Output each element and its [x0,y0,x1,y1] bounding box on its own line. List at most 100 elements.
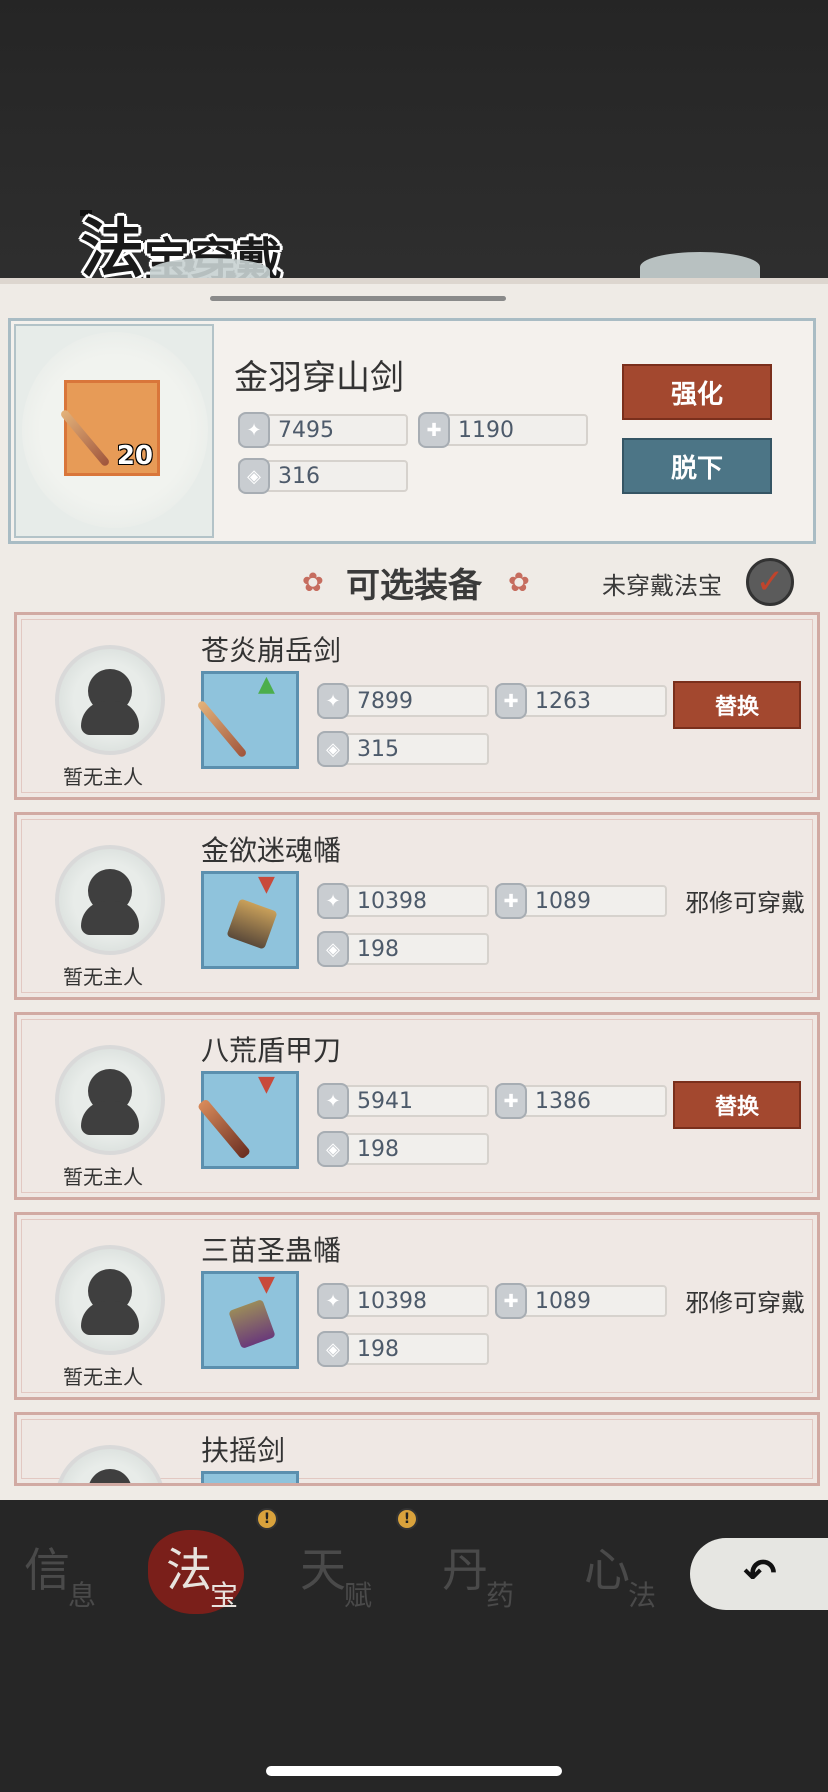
blade-icon [196,1098,252,1160]
hp-stat: ✚ 1263 [495,683,667,719]
defense-stat: ◈ 315 [317,731,489,767]
item-icon[interactable]: ▲ [196,671,299,769]
owner-area: 暂无主人 [25,621,195,791]
tab-pill[interactable]: 丹 药 [422,1522,540,1618]
shield-icon: ◈ [317,931,349,967]
defense-stat: ◈ 198 [317,1131,489,1167]
tab-sublabel: 赋 [344,1579,373,1612]
avatar-body [81,1301,139,1335]
defense-stat: ◈ 198 [317,1331,489,1367]
flower-icon: ✿ [302,568,324,598]
tab-method[interactable]: 心 法 [564,1522,682,1618]
defense-value: 198 [357,937,399,962]
current-item-name: 金羽穿山剑 [234,358,404,398]
flame-icon: ✦ [317,1083,349,1119]
item-level: 20 [116,441,153,471]
remove-button[interactable]: 脱下 [622,438,772,494]
equipment-card[interactable]: 暂无主人 金欲迷魂幡 ▼ ✦ 10398 ✚ 1089 ◈ 198 邪修可穿戴 [14,812,820,1000]
upgrade-arrow-icon: ▲ [258,672,275,697]
section-title: 可选装备 [346,566,482,606]
attack-value: 7899 [357,689,413,714]
tab-info[interactable]: 信 息 [4,1522,122,1618]
totem-icon: ✚ [418,412,450,448]
flame-icon: ✦ [317,1283,349,1319]
downgrade-arrow-icon: ▼ [258,872,275,897]
avatar [55,1045,165,1155]
item-icon[interactable] [201,1471,299,1483]
hp-value: 1089 [535,889,591,914]
item-icon[interactable]: ▼ [201,871,299,969]
attack-value: 7495 [278,418,334,443]
shield-icon: ◈ [317,1331,349,1367]
restriction-label: 邪修可穿戴 [685,889,805,917]
sword-icon [59,408,111,468]
owner-area: 暂无主人 [25,821,195,991]
downgrade-arrow-icon: ▼ [258,1272,275,1297]
equipment-card[interactable]: 扶摇剑 [14,1412,820,1486]
shield-icon: ◈ [238,458,270,494]
totem-icon: ✚ [495,683,527,719]
attack-value: 10398 [357,889,427,914]
tab-sublabel: 药 [486,1579,515,1612]
totem-icon: ✚ [495,1283,527,1319]
alert-icon: ! [256,1508,278,1530]
title-char-1: 法 [80,212,144,287]
item-icon[interactable]: ▼ [196,1071,299,1169]
totem-icon: ✚ [495,883,527,919]
home-indicator[interactable] [266,1766,562,1776]
flame-icon: ✦ [238,412,270,448]
attack-stat: ✦ 10398 [317,1283,489,1319]
flame-icon: ✦ [317,683,349,719]
attack-value: 10398 [357,1289,427,1314]
replace-button[interactable]: 替换 [673,1081,801,1129]
item-name: 扶摇剑 [201,1434,286,1467]
restriction-label: 邪修可穿戴 [685,1289,805,1317]
title-underline [210,296,506,301]
section-header: ✿ 可选装备 ✿ 未穿戴法宝 ✓ [0,558,828,608]
current-item-icon[interactable]: 20 [59,380,160,476]
defense-value: 198 [357,1337,399,1362]
item-name: 苍炎崩岳剑 [201,634,342,667]
hp-value: 1190 [458,418,514,443]
flame-icon: ✦ [317,883,349,919]
attack-stat: ✦ 7899 [317,683,489,719]
tab-label: 丹 [442,1543,488,1597]
hp-value: 1089 [535,1289,591,1314]
avatar-body [81,901,139,935]
shield-icon: ◈ [317,731,349,767]
tab-talent[interactable]: 天 赋 ! [280,1508,418,1618]
item-name: 金欲迷魂幡 [201,834,342,867]
unequipped-checkbox[interactable]: ✓ [746,558,794,606]
hp-value: 1386 [535,1089,591,1114]
equipment-card[interactable]: 暂无主人 三苗圣蛊幡 ▼ ✦ 10398 ✚ 1089 ◈ 198 邪修可穿戴 [14,1212,820,1400]
tab-sublabel: 息 [68,1579,97,1612]
downgrade-arrow-icon: ▼ [258,1072,275,1097]
replace-button[interactable]: 替换 [673,681,801,729]
hp-stat: ✚ 1089 [495,1283,667,1319]
avatar [55,845,165,955]
back-button[interactable]: ↶ [690,1538,828,1610]
item-icon[interactable]: ▼ [201,1271,299,1369]
defense-value: 316 [278,464,320,489]
item-name: 八荒盾甲刀 [201,1034,342,1067]
equipment-card[interactable]: 暂无主人 八荒盾甲刀 ▼ ✦ 5941 ✚ 1386 ◈ 198 替换 [14,1012,820,1200]
defense-stat: ◈ 316 [238,458,408,494]
hp-stat: ✚ 1386 [495,1083,667,1119]
item-name: 三苗圣蛊幡 [201,1234,342,1267]
attack-stat: ✦ 5941 [317,1083,489,1119]
tab-label: 天 [300,1543,346,1597]
shield-icon: ◈ [317,1131,349,1167]
tab-treasure[interactable]: 法 宝 ! [130,1508,278,1618]
attack-stat: ✦ 7495 [238,412,408,448]
defense-stat: ◈ 198 [317,931,489,967]
avatar-body [81,1101,139,1135]
tab-label: 心 [584,1543,630,1597]
totem-icon: ✚ [495,1083,527,1119]
avatar-head [88,1469,132,1483]
banner-icon [228,1299,276,1349]
attack-stat: ✦ 10398 [317,883,489,919]
enhance-button[interactable]: 强化 [622,364,772,420]
hp-stat: ✚ 1190 [418,412,588,448]
equipment-card[interactable]: 暂无主人 苍炎崩岳剑 ▲ ✦ 7899 ✚ 1263 ◈ 315 替换 [14,612,820,800]
banner-icon [226,898,278,950]
